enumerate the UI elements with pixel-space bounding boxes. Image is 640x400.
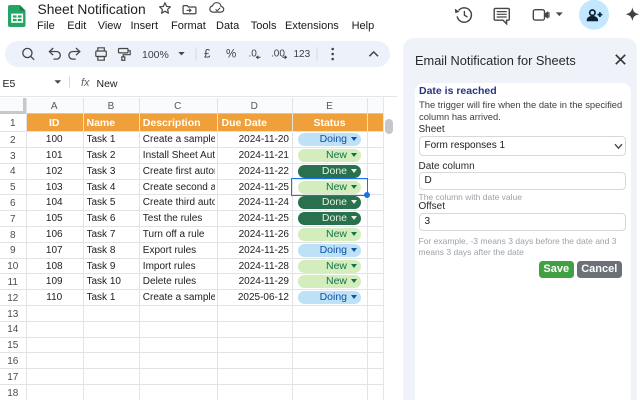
svg-text:%: % (226, 49, 236, 61)
svg-text:.0: .0 (249, 49, 258, 60)
svg-text:fx: fx (81, 77, 90, 89)
svg-text:£: £ (204, 49, 211, 61)
svg-text:123: 123 (294, 49, 311, 60)
svg-text:.00: .00 (271, 49, 285, 60)
